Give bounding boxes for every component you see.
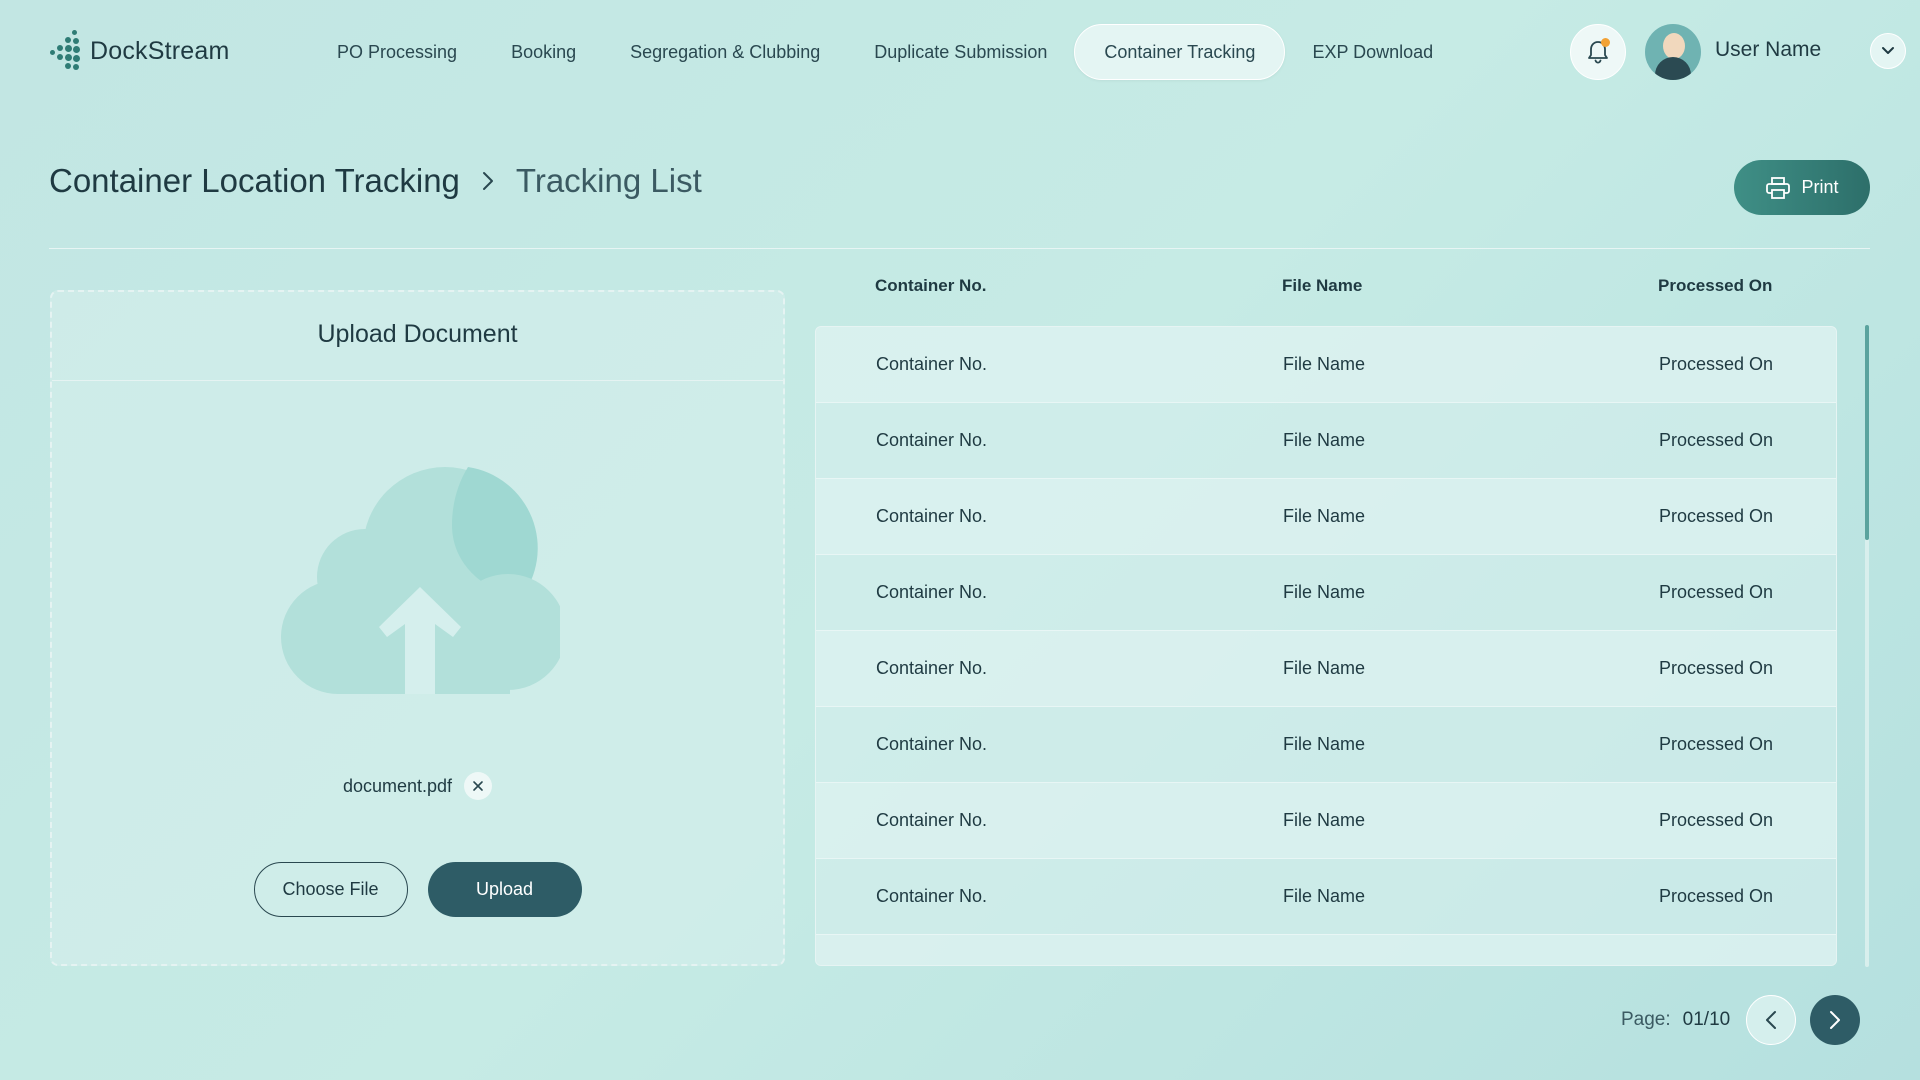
upload-actions: Choose File Upload (52, 862, 783, 917)
app-logo[interactable]: DockStream (48, 30, 230, 72)
scrollbar-thumb[interactable] (1865, 325, 1869, 540)
main-nav: PO Processing Booking Segregation & Club… (310, 24, 1460, 80)
upload-title: Upload Document (317, 320, 518, 348)
cell-container-no: Container No. (876, 430, 988, 450)
cell-processed-on: Processed On (1659, 734, 1774, 754)
cell-file-name: File Name (1283, 430, 1366, 450)
cell-processed-on: Processed On (1659, 810, 1774, 830)
previous-page-button[interactable] (1746, 995, 1797, 1045)
cell-file-name: File Name (1283, 734, 1366, 754)
page-title[interactable]: Container Location Tracking (49, 162, 460, 200)
cell-file-name: File Name (1283, 354, 1366, 374)
table-row[interactable]: Container No. File Name Processed On (816, 631, 1836, 707)
avatar[interactable] (1645, 24, 1701, 80)
table-row[interactable]: Container No. File Name Processed On (816, 403, 1836, 479)
cell-processed-on: Processed On (1659, 354, 1774, 374)
chevron-right-icon (478, 168, 498, 194)
choose-file-button[interactable]: Choose File (253, 862, 408, 917)
nav-item-container-tracking[interactable]: Container Tracking (1074, 24, 1286, 80)
upload-button[interactable]: Upload (427, 862, 582, 917)
cloud-upload-icon (281, 467, 560, 694)
pagination: Page: 01/10 (1621, 995, 1861, 1045)
chevron-down-icon (1882, 47, 1894, 54)
cell-file-name: File Name (1283, 886, 1366, 906)
page-label: Page: (1621, 1009, 1671, 1030)
notification-badge (1601, 38, 1610, 47)
remove-file-button[interactable] (464, 772, 493, 800)
printer-icon (1766, 176, 1791, 199)
print-button[interactable]: Print (1734, 160, 1870, 215)
cell-processed-on: Processed On (1659, 658, 1774, 678)
nav-item-booking[interactable]: Booking (484, 24, 603, 80)
column-header-file-name[interactable]: File Name (1282, 276, 1362, 296)
cell-container-no: Container No. (876, 810, 988, 830)
breadcrumb-current: Tracking List (515, 162, 702, 199)
tracking-table: Container No. File Name Processed On Con… (815, 326, 1837, 966)
user-menu-button[interactable] (1870, 33, 1906, 69)
file-name: document.pdf (342, 775, 453, 796)
nav-item-po-processing[interactable]: PO Processing (310, 24, 484, 80)
nav-item-duplicate-submission[interactable]: Duplicate Submission (847, 24, 1074, 80)
table-row[interactable]: Container No. File Name Processed On (816, 859, 1836, 935)
notifications-button[interactable] (1570, 24, 1626, 80)
table-row[interactable]: Container No. File Name Processed On (816, 555, 1836, 631)
breadcrumb: Container Location Tracking Tracking Lis… (49, 162, 702, 200)
cell-container-no: Container No. (876, 658, 988, 678)
table-row[interactable]: Container No. File Name Processed On (816, 707, 1836, 783)
cell-processed-on: Processed On (1659, 430, 1774, 450)
header-divider (49, 248, 1870, 249)
app-name: DockStream (90, 36, 230, 65)
cell-container-no: Container No. (876, 734, 988, 754)
cell-processed-on: Processed On (1659, 582, 1774, 602)
cell-container-no: Container No. (876, 886, 988, 906)
table-header: Container No. File Name Processed On (815, 270, 1837, 302)
chevron-right-icon (1830, 1011, 1841, 1029)
table-row[interactable] (816, 935, 1836, 965)
cell-container-no: Container No. (876, 354, 988, 374)
column-header-container-no[interactable]: Container No. (875, 276, 986, 296)
cell-container-no: Container No. (876, 582, 988, 602)
upload-dropzone[interactable]: Upload Document document.pdf Choose File… (50, 290, 785, 966)
nav-item-exp-download[interactable]: EXP Download (1285, 24, 1460, 80)
table-row[interactable]: Container No. File Name Processed On (816, 783, 1836, 859)
table-row[interactable]: Container No. File Name Processed On (816, 327, 1836, 403)
cell-container-no: Container No. (876, 506, 988, 526)
cell-processed-on: Processed On (1659, 886, 1774, 906)
top-navigation-bar: DockStream PO Processing Booking Segrega… (0, 0, 1920, 100)
column-header-processed-on[interactable]: Processed On (1658, 276, 1772, 296)
table-scrollbar[interactable] (1865, 325, 1869, 967)
chevron-left-icon (1766, 1011, 1777, 1029)
next-page-button[interactable] (1810, 995, 1861, 1045)
selected-file: document.pdf (52, 772, 783, 800)
close-icon (473, 781, 483, 791)
page-indicator: 01/10 (1682, 1009, 1731, 1030)
upload-divider (52, 380, 783, 381)
dots-logo-icon (48, 30, 80, 72)
cell-file-name: File Name (1283, 506, 1366, 526)
cell-file-name: File Name (1283, 582, 1366, 602)
user-name: User Name (1715, 38, 1822, 61)
nav-item-segregation-clubbing[interactable]: Segregation & Clubbing (603, 24, 847, 80)
print-label: Print (1801, 177, 1839, 197)
cell-file-name: File Name (1283, 658, 1366, 678)
cell-processed-on: Processed On (1659, 506, 1774, 526)
cell-file-name: File Name (1283, 810, 1366, 830)
table-row[interactable]: Container No. File Name Processed On (816, 479, 1836, 555)
